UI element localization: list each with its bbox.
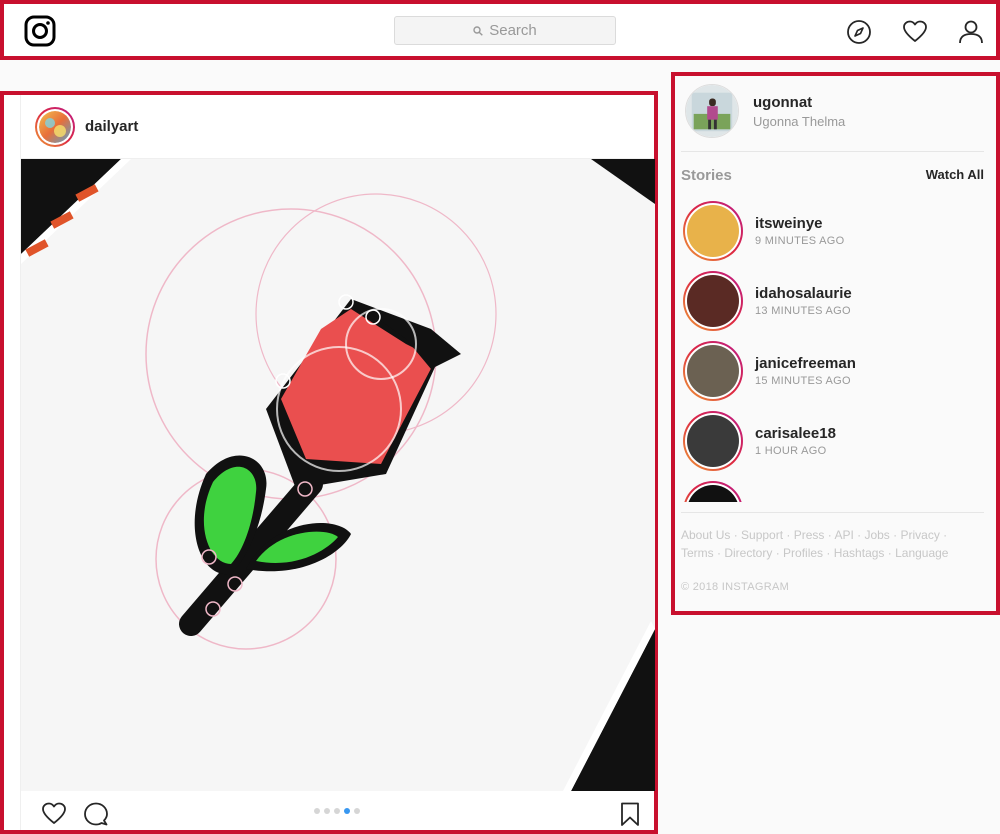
current-user-fullname: Ugonna Thelma: [753, 113, 846, 129]
story-item[interactable]: inighi: [683, 476, 988, 502]
post-username[interactable]: dailyart: [85, 118, 138, 135]
footer-link[interactable]: Press: [794, 528, 825, 542]
stories-heading: Stories: [681, 167, 732, 184]
comment-icon[interactable]: [83, 801, 109, 827]
footer-link[interactable]: Terms: [681, 546, 714, 560]
story-username[interactable]: carisalee18: [755, 425, 836, 442]
carousel-dot[interactable]: [324, 808, 330, 814]
story-timestamp: 1 HOUR AGO: [755, 445, 827, 457]
story-username[interactable]: inighi: [755, 501, 795, 502]
instagram-logo-icon[interactable]: [24, 15, 56, 47]
story-timestamp: 15 MINUTES AGO: [755, 375, 851, 387]
story-avatar-ring[interactable]: [683, 411, 743, 471]
stories-list: itsweinye 9 MINUTES AGO idahosalaurie 13 MI…: [683, 196, 988, 502]
footer-link[interactable]: Language: [895, 546, 948, 560]
post-image[interactable]: [21, 159, 655, 791]
post-author-avatar[interactable]: [35, 106, 75, 147]
story-timestamp: 13 MINUTES AGO: [755, 305, 851, 317]
like-icon[interactable]: [41, 801, 67, 827]
watch-all-link[interactable]: Watch All: [926, 167, 984, 182]
story-avatar: [687, 415, 739, 467]
story-username[interactable]: idahosalaurie: [755, 285, 852, 302]
carousel-dot[interactable]: [334, 808, 340, 814]
story-avatar-ring[interactable]: [683, 341, 743, 401]
footer-link[interactable]: Hashtags: [834, 546, 885, 560]
story-avatar: [687, 485, 739, 502]
carousel-dot[interactable]: [354, 808, 360, 814]
rose-artwork: [21, 159, 655, 791]
carousel-indicator: [314, 808, 360, 814]
story-avatar: [687, 275, 739, 327]
footer-link[interactable]: Jobs: [864, 528, 889, 542]
story-avatar-ring[interactable]: [683, 481, 743, 502]
footer-link[interactable]: Profiles: [783, 546, 823, 560]
post-header: dailyart: [21, 95, 654, 159]
search-input[interactable]: Search: [394, 16, 616, 45]
footer-link[interactable]: API: [834, 528, 853, 542]
current-user-avatar[interactable]: [685, 84, 739, 138]
story-item[interactable]: janicefreeman 15 MINUTES AGO: [683, 336, 988, 406]
story-username[interactable]: itsweinye: [755, 215, 844, 232]
search-icon: [473, 25, 484, 36]
story-item[interactable]: idahosalaurie 13 MINUTES AGO: [683, 266, 988, 336]
carousel-dot[interactable]: [314, 808, 320, 814]
compass-icon[interactable]: [846, 19, 872, 45]
footer-link[interactable]: About Us: [681, 528, 730, 542]
footer-link[interactable]: Support: [741, 528, 783, 542]
copyright: © 2018 INSTAGRAM: [681, 581, 790, 593]
story-avatar-ring[interactable]: [683, 201, 743, 261]
footer-link[interactable]: Privacy: [900, 528, 939, 542]
search-placeholder: Search: [489, 22, 537, 39]
story-avatar: [687, 205, 739, 257]
top-navigation-bar: Search: [0, 0, 1000, 60]
post-card: dailyart: [20, 95, 655, 830]
story-item[interactable]: itsweinye 9 MINUTES AGO: [683, 196, 988, 266]
footer-link[interactable]: Directory: [724, 546, 772, 560]
profile-icon[interactable]: [958, 19, 984, 45]
story-username[interactable]: janicefreeman: [755, 355, 856, 372]
current-user[interactable]: ugonnat Ugonna Thelma: [685, 84, 845, 138]
divider: [681, 151, 984, 152]
heart-icon[interactable]: [902, 19, 928, 45]
divider: [681, 512, 984, 513]
carousel-dot-active[interactable]: [344, 808, 350, 814]
story-avatar-ring[interactable]: [683, 271, 743, 331]
story-timestamp: 9 MINUTES AGO: [755, 235, 845, 247]
story-avatar: [687, 345, 739, 397]
current-username[interactable]: ugonnat: [753, 94, 845, 111]
avatar-image: [39, 110, 71, 143]
bookmark-icon[interactable]: [617, 801, 643, 827]
feed-post: dailyart: [0, 91, 658, 834]
footer-links: About Us · Support · Press · API · Jobs …: [681, 528, 949, 560]
sidebar: ugonnat Ugonna Thelma Stories Watch All …: [671, 72, 1000, 615]
story-item[interactable]: carisalee18 1 HOUR AGO: [683, 406, 988, 476]
post-action-bar: [21, 791, 654, 834]
